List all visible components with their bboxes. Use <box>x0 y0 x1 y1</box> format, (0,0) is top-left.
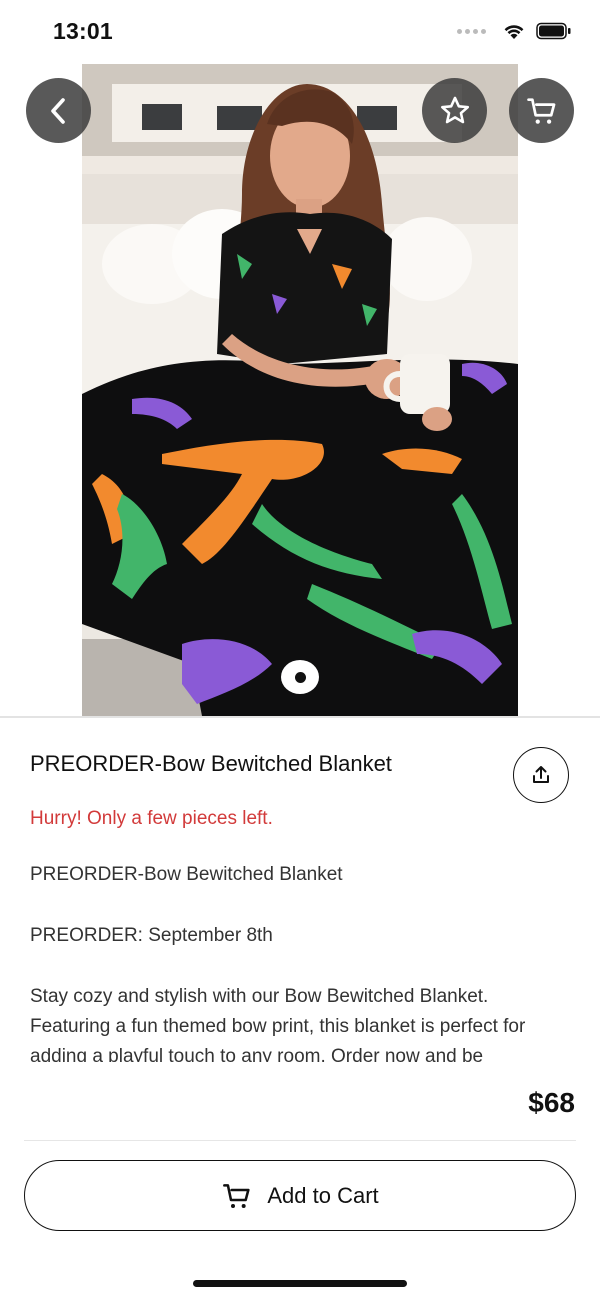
product-image[interactable] <box>82 64 518 716</box>
description-paragraph: Stay cozy and stylish with our Bow Bewit… <box>30 986 526 1062</box>
signal-dots-icon <box>457 28 486 34</box>
battery-icon <box>536 22 571 40</box>
chevron-left-icon <box>50 97 65 124</box>
product-details: PREORDER-Bow Bewitched Blanket Hurry! On… <box>0 718 600 1062</box>
stock-alert: Hurry! Only a few pieces left. <box>30 808 273 829</box>
description-line: PREORDER: September 8th <box>30 925 273 946</box>
cart-icon <box>526 97 555 124</box>
share-icon <box>533 766 549 783</box>
wifi-icon <box>504 25 524 39</box>
status-bar: 13:01 <box>0 0 600 64</box>
favorite-button[interactable] <box>422 78 487 143</box>
star-icon <box>440 96 469 123</box>
purchase-bar: $68 Add to Cart <box>0 1062 600 1299</box>
add-to-cart-label: Add to Cart <box>267 1182 379 1208</box>
share-button[interactable] <box>513 747 569 803</box>
product-title: PREORDER-Bow Bewitched Blanket <box>30 751 392 776</box>
status-time: 13:01 <box>53 18 113 44</box>
cart-icon <box>223 1183 250 1208</box>
divider <box>24 1140 576 1141</box>
cart-button[interactable] <box>509 78 574 143</box>
image-page-indicator <box>281 660 319 694</box>
back-button[interactable] <box>26 78 91 143</box>
home-indicator[interactable] <box>193 1280 407 1287</box>
description-line: PREORDER-Bow Bewitched Blanket <box>30 864 343 885</box>
status-icons <box>457 22 572 40</box>
add-to-cart-button[interactable]: Add to Cart <box>24 1160 576 1231</box>
product-price: $68 <box>528 1087 575 1118</box>
